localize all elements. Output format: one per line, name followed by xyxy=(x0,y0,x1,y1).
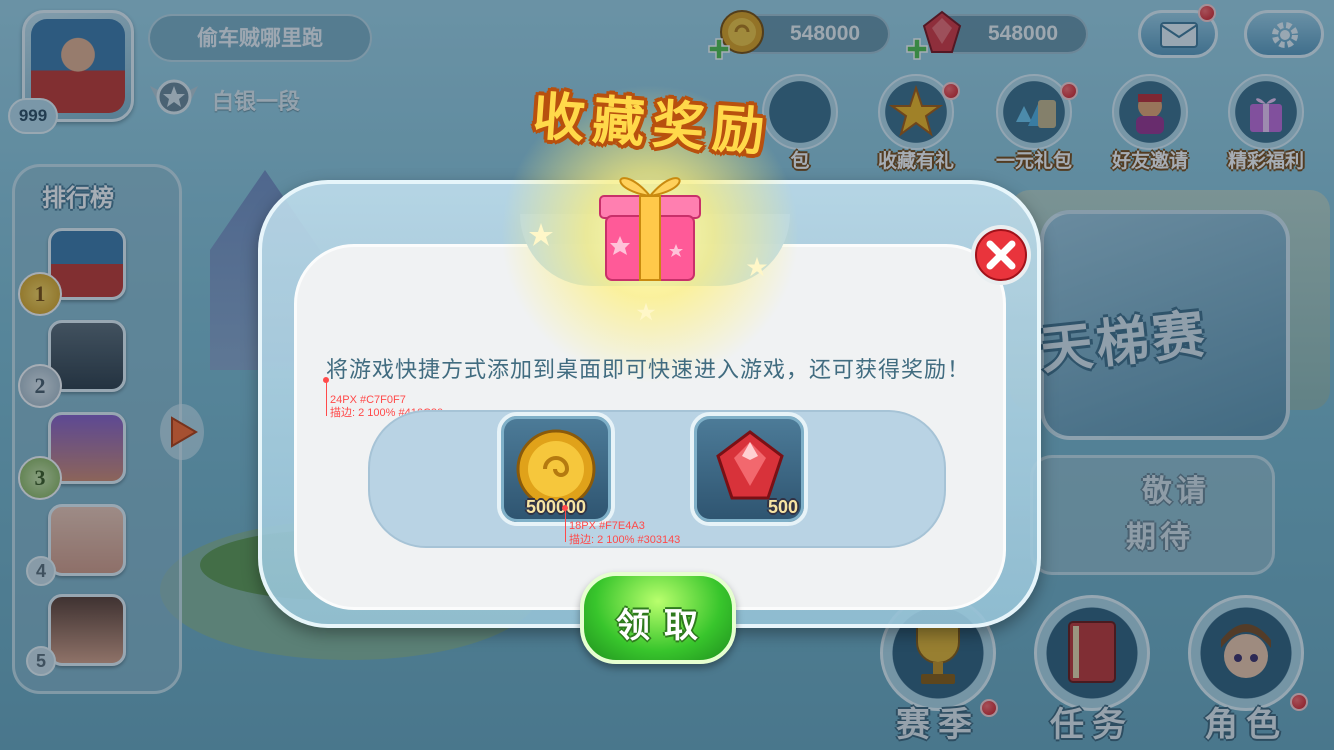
spec-note-message-font: 24PX #C7F0F7 xyxy=(330,394,406,406)
sparkle-star-icon xyxy=(636,302,656,321)
sparkle-star-icon xyxy=(529,223,553,246)
dialog-message: 将游戏快捷方式添加到桌面即可快速进入游戏，还可获得奖励！ xyxy=(326,358,971,383)
reward-gold-amount: 500000 xyxy=(525,497,587,517)
reward-gem-amount: 500 xyxy=(767,497,798,517)
red-gem-icon xyxy=(716,430,784,500)
claim-label: 领取 xyxy=(616,606,712,646)
reward-area xyxy=(368,410,946,548)
claim-button[interactable]: 领取 xyxy=(580,572,736,664)
close-button[interactable] xyxy=(968,222,1034,288)
gift-box-icon xyxy=(599,177,701,281)
reward-slot-gold: 500000 xyxy=(497,412,615,526)
sparkle-star-icon xyxy=(746,256,768,277)
spec-note-amount-stroke: 描边: 2 100% #303143 xyxy=(569,534,681,546)
spec-leader-line xyxy=(565,508,566,542)
spec-note-amount-font: 18PX #F7E4A3 xyxy=(569,520,645,532)
reward-slot-gem: 500 xyxy=(690,412,808,526)
spec-leader-line xyxy=(326,380,327,416)
